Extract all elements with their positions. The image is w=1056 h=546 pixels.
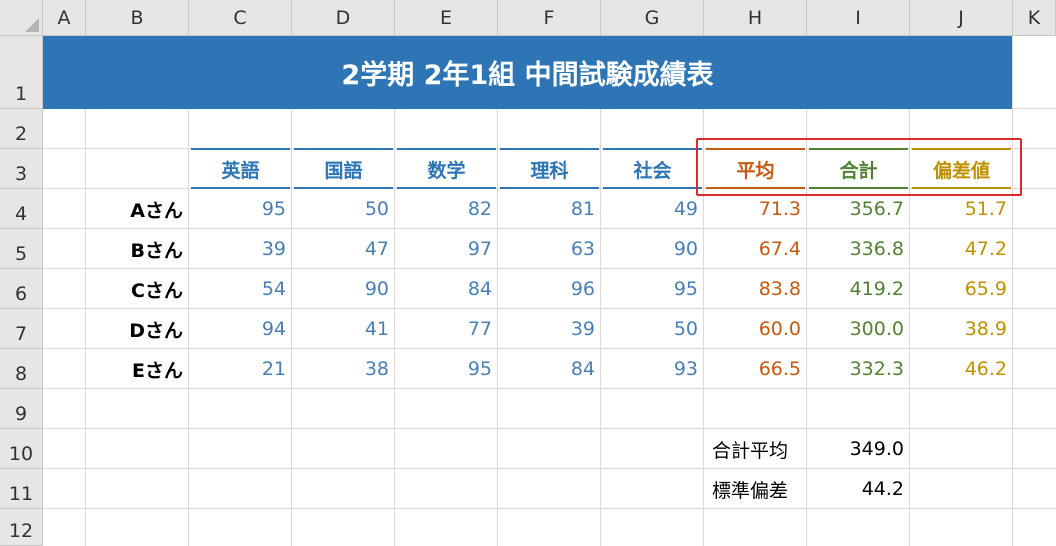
score-cell[interactable]: 84 (395, 269, 498, 309)
score-cell[interactable]: 90 (292, 269, 395, 309)
score-cell[interactable]: 21 (189, 349, 292, 389)
score-cell[interactable]: 95 (601, 269, 704, 309)
score-cell[interactable]: 94 (189, 309, 292, 349)
score-cell[interactable]: 38 (292, 349, 395, 389)
row-header-6[interactable]: 6 (0, 269, 43, 309)
subject-header[interactable]: 理科 (498, 149, 601, 189)
row-header-3[interactable]: 3 (0, 149, 43, 189)
score-cell[interactable]: 84 (498, 349, 601, 389)
deviation-cell[interactable]: 47.2 (910, 229, 1013, 269)
subject-top-border (603, 148, 702, 150)
score-cell[interactable]: 81 (498, 189, 601, 229)
score-cell[interactable]: 82 (395, 189, 498, 229)
score-cell[interactable]: 63 (498, 229, 601, 269)
score-cell[interactable]: 41 (292, 309, 395, 349)
column-header-g[interactable]: G (601, 0, 704, 36)
score-cell[interactable]: 95 (395, 349, 498, 389)
summary-value[interactable]: 349.0 (807, 429, 910, 469)
total-cell[interactable]: 336.8 (807, 229, 910, 269)
spreadsheet[interactable]: A B C D E F G H I J K 1 2 3 4 5 6 7 8 9 10 11 12 2学期 2年1組 中間試験成… (0, 0, 1056, 546)
row-header-10[interactable]: 10 (0, 429, 43, 469)
row-header-11[interactable]: 11 (0, 469, 43, 509)
subject-header[interactable]: 数学 (395, 149, 498, 189)
student-name[interactable]: Aさん (86, 189, 189, 229)
student-name[interactable]: Cさん (86, 269, 189, 309)
select-all-triangle-icon (25, 18, 39, 32)
subject-top-border (500, 148, 599, 150)
column-header-k[interactable]: K (1013, 0, 1056, 36)
column-header-e[interactable]: E (395, 0, 498, 36)
score-cell[interactable]: 93 (601, 349, 704, 389)
deviation-cell[interactable]: 46.2 (910, 349, 1013, 389)
average-cell[interactable]: 60.0 (704, 309, 807, 349)
total-cell[interactable]: 300.0 (807, 309, 910, 349)
total-cell[interactable]: 419.2 (807, 269, 910, 309)
row-header-8[interactable]: 8 (0, 349, 43, 389)
deviation-cell[interactable]: 38.9 (910, 309, 1013, 349)
column-header-h[interactable]: H (704, 0, 807, 36)
column-header-i[interactable]: I (807, 0, 910, 36)
column-header-f[interactable]: F (498, 0, 601, 36)
score-cell[interactable]: 49 (601, 189, 704, 229)
row-header-9[interactable]: 9 (0, 389, 43, 429)
row-header-4[interactable]: 4 (0, 189, 43, 229)
score-cell[interactable]: 90 (601, 229, 704, 269)
column-header-b[interactable]: B (86, 0, 189, 36)
subject-top-border (294, 148, 393, 150)
column-header-a[interactable]: A (43, 0, 86, 36)
row-header-12[interactable]: 12 (0, 509, 43, 546)
subject-header[interactable]: 社会 (601, 149, 704, 189)
score-cell[interactable]: 77 (395, 309, 498, 349)
score-cell[interactable]: 96 (498, 269, 601, 309)
row-header-5[interactable]: 5 (0, 229, 43, 269)
summary-label[interactable]: 標準偏差 (704, 469, 807, 509)
score-cell[interactable]: 39 (189, 229, 292, 269)
average-cell[interactable]: 83.8 (704, 269, 807, 309)
subject-header[interactable]: 国語 (292, 149, 395, 189)
total-cell[interactable]: 332.3 (807, 349, 910, 389)
average-cell[interactable]: 66.5 (704, 349, 807, 389)
score-cell[interactable]: 95 (189, 189, 292, 229)
highlight-box (696, 138, 1022, 196)
row-header-1[interactable]: 1 (0, 36, 43, 109)
score-cell[interactable]: 39 (498, 309, 601, 349)
student-name[interactable]: Dさん (86, 309, 189, 349)
column-header-j[interactable]: J (910, 0, 1013, 36)
score-cell[interactable]: 50 (292, 189, 395, 229)
summary-label[interactable]: 合計平均 (704, 429, 807, 469)
select-all-corner[interactable] (0, 0, 43, 36)
summary-value[interactable]: 44.2 (807, 469, 910, 509)
column-header-c[interactable]: C (189, 0, 292, 36)
row-header-7[interactable]: 7 (0, 309, 43, 349)
row-header-2[interactable]: 2 (0, 109, 43, 149)
student-name[interactable]: Bさん (86, 229, 189, 269)
average-cell[interactable]: 67.4 (704, 229, 807, 269)
subject-top-border (397, 148, 496, 150)
sheet-title-banner[interactable]: 2学期 2年1組 中間試験成績表 (43, 36, 1012, 109)
subject-header[interactable]: 英語 (189, 149, 292, 189)
column-header-d[interactable]: D (292, 0, 395, 36)
subject-top-border (191, 148, 290, 150)
deviation-cell[interactable]: 65.9 (910, 269, 1013, 309)
score-cell[interactable]: 47 (292, 229, 395, 269)
score-cell[interactable]: 97 (395, 229, 498, 269)
score-cell[interactable]: 50 (601, 309, 704, 349)
student-name[interactable]: Eさん (86, 349, 189, 389)
score-cell[interactable]: 54 (189, 269, 292, 309)
